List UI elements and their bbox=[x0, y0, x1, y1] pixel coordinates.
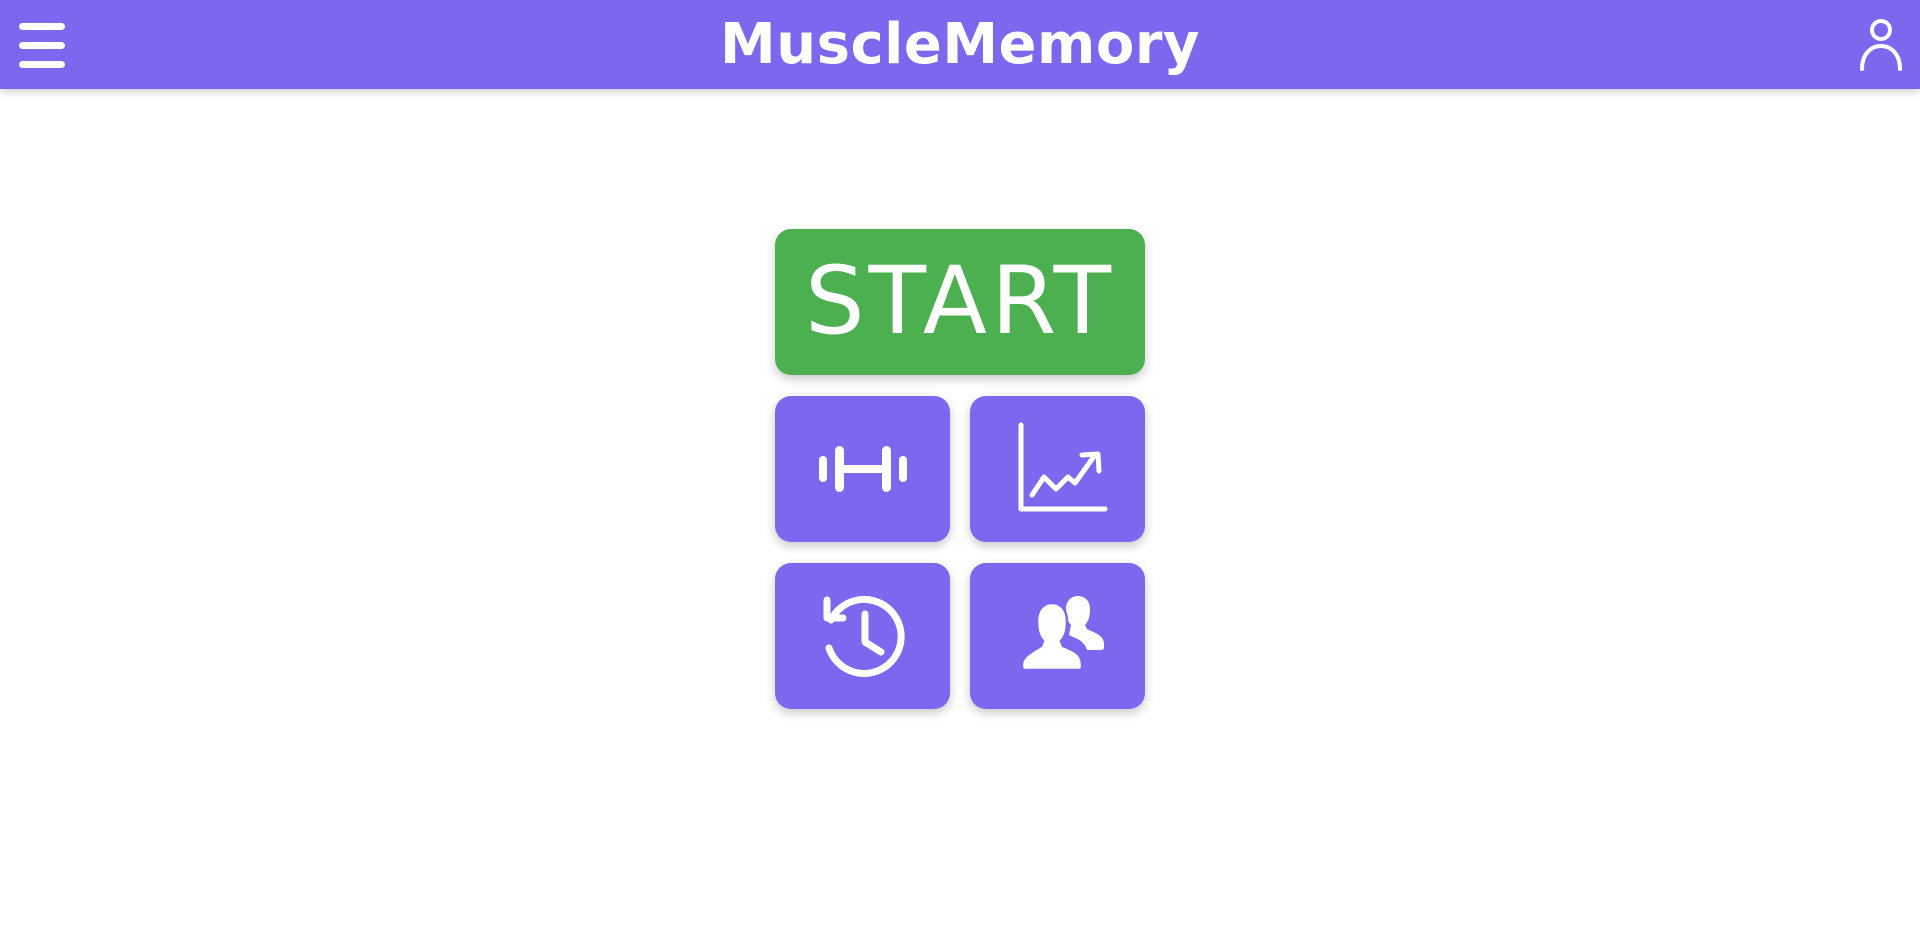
history-clock-icon bbox=[823, 595, 905, 677]
trending-chart-icon bbox=[1018, 422, 1107, 512]
account-icon bbox=[1860, 19, 1902, 71]
workouts-tile-button[interactable] bbox=[775, 396, 950, 542]
dumbbell-icon bbox=[818, 446, 907, 492]
app-title: MuscleMemory bbox=[720, 12, 1200, 77]
start-button-label: START bbox=[805, 247, 1115, 356]
history-tile-button[interactable] bbox=[775, 563, 950, 709]
top-app-bar: MuscleMemory bbox=[0, 0, 1920, 89]
start-button[interactable]: START bbox=[775, 229, 1145, 375]
people-icon bbox=[1020, 596, 1104, 672]
progress-tile-button[interactable] bbox=[970, 396, 1145, 542]
account-button[interactable] bbox=[1852, 14, 1912, 74]
friends-tile-button[interactable] bbox=[970, 563, 1145, 709]
